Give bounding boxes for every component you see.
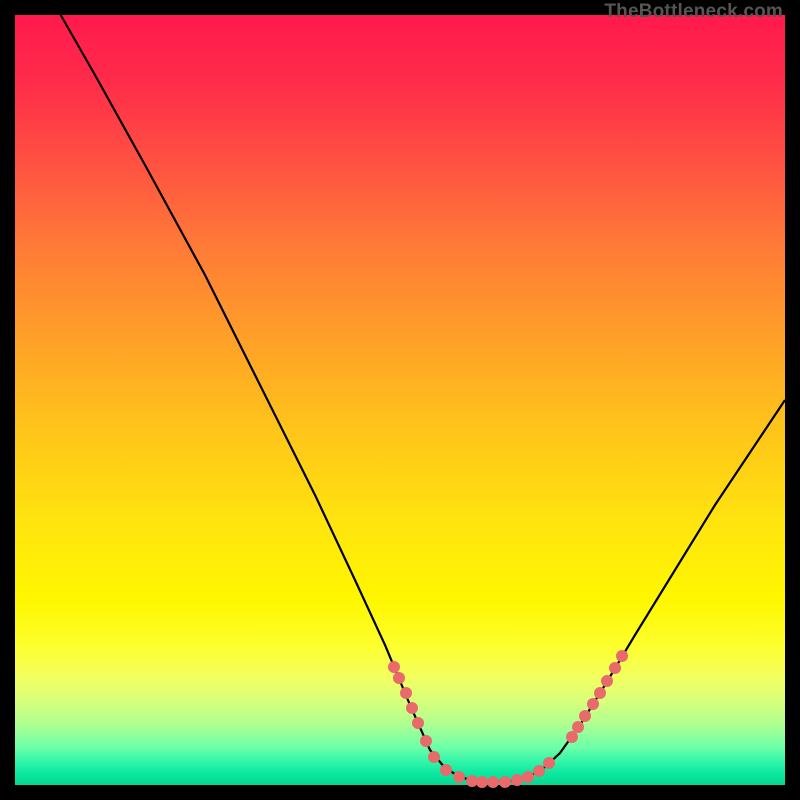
data-marker — [594, 687, 606, 699]
chart-svg — [15, 15, 785, 785]
data-marker — [393, 672, 405, 684]
chart-frame: TheBottleneck.com — [15, 15, 785, 785]
data-marker — [572, 721, 584, 733]
data-marker — [406, 702, 418, 714]
data-marker — [616, 650, 628, 662]
data-marker — [499, 776, 511, 788]
data-marker — [533, 765, 545, 777]
data-marker — [453, 771, 465, 783]
data-marker — [388, 661, 400, 673]
data-marker — [587, 698, 599, 710]
data-marker — [566, 731, 578, 743]
data-marker — [420, 735, 432, 747]
data-marker — [476, 776, 488, 788]
data-marker — [487, 776, 499, 788]
watermark-text: TheBottleneck.com — [604, 1, 783, 23]
data-marker — [522, 771, 534, 783]
data-marker — [601, 675, 613, 687]
data-marker — [428, 751, 440, 763]
data-marker — [412, 717, 424, 729]
data-marker — [400, 687, 412, 699]
data-marker — [543, 757, 555, 769]
marker-group — [388, 650, 628, 788]
data-marker — [609, 662, 621, 674]
data-marker — [440, 764, 452, 776]
data-marker — [579, 710, 591, 722]
data-marker — [511, 774, 523, 786]
bottleneck-curve — [55, 5, 785, 782]
